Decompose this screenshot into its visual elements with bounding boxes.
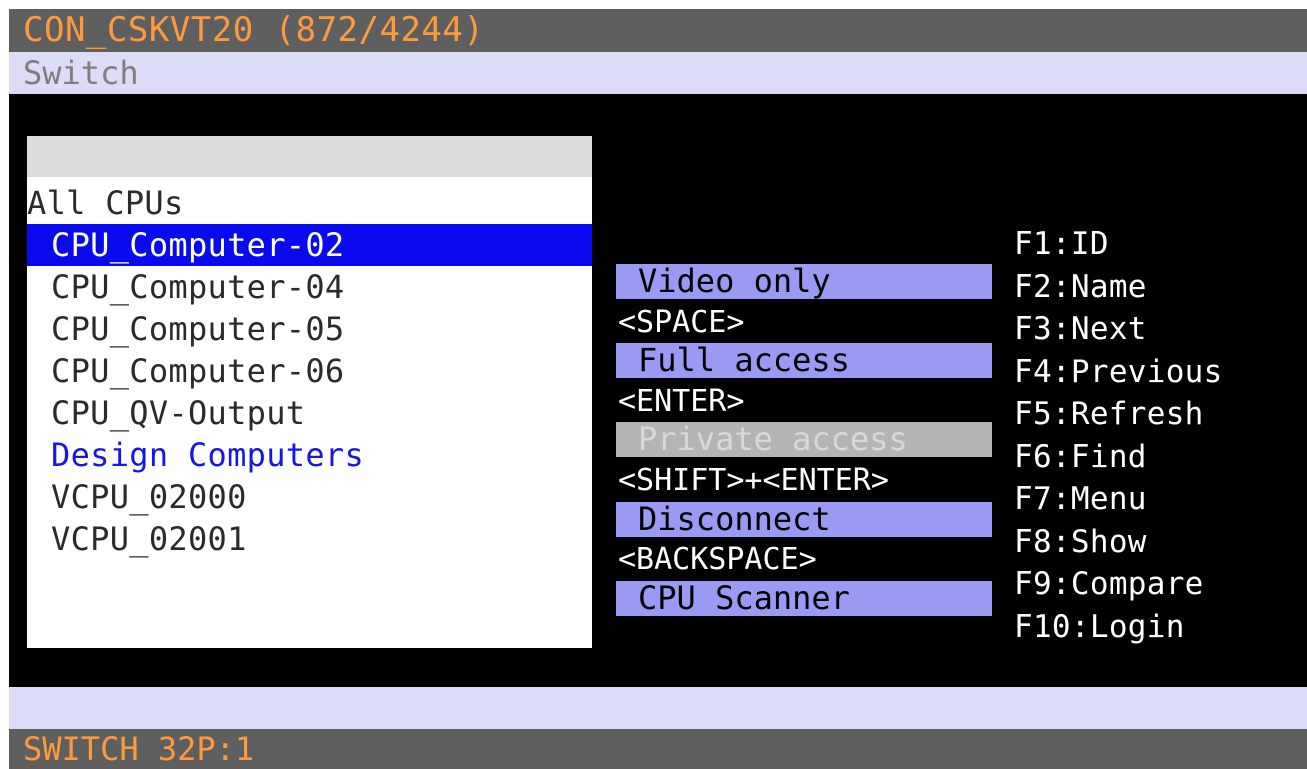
list-item-cpu-qv-output[interactable]: CPU_QV-Output: [27, 392, 592, 434]
f4-previous-key[interactable]: F4:Previous: [1014, 351, 1304, 394]
video-only-button[interactable]: Video only: [616, 264, 992, 299]
f8-show-key[interactable]: F8:Show: [1014, 521, 1304, 564]
list-item-cpu-computer-02[interactable]: CPU_Computer-02: [27, 224, 592, 266]
status-message: [9, 687, 1307, 729]
cpu-list-items: All CPUs CPU_Computer-02 CPU_Computer-04…: [27, 182, 592, 560]
enter-key-hint: <ENTER>: [618, 383, 745, 419]
filter-input[interactable]: [27, 136, 592, 177]
list-item-design-computers[interactable]: Design Computers: [27, 434, 592, 476]
menu-title: Switch: [9, 52, 1307, 94]
list-item-vcpu-02001[interactable]: VCPU_02001: [27, 518, 592, 560]
private-access-button[interactable]: Private access: [616, 422, 992, 458]
list-item-cpu-computer-04[interactable]: CPU_Computer-04: [27, 266, 592, 308]
full-access-button[interactable]: Full access: [616, 343, 992, 379]
f7-menu-key[interactable]: F7:Menu: [1014, 478, 1304, 521]
footer-status: SWITCH 32P:1: [9, 729, 1307, 769]
disconnect-button[interactable]: Disconnect: [616, 501, 992, 537]
list-item-cpu-computer-05[interactable]: CPU_Computer-05: [27, 308, 592, 350]
function-key-menu: F1:ID F2:Name F3:Next F4:Previous F5:Ref…: [1014, 223, 1304, 648]
backspace-key-hint: <BACKSPACE>: [618, 542, 817, 578]
f5-refresh-key[interactable]: F5:Refresh: [1014, 393, 1304, 436]
f10-login-key[interactable]: F10:Login: [1014, 606, 1304, 649]
cpu-list: All CPUs CPU_Computer-02 CPU_Computer-04…: [27, 136, 592, 648]
f6-find-key[interactable]: F6:Find: [1014, 436, 1304, 479]
f9-compare-key[interactable]: F9:Compare: [1014, 563, 1304, 606]
f2-name-key[interactable]: F2:Name: [1014, 266, 1304, 309]
cpu-scanner-button[interactable]: CPU Scanner: [616, 580, 992, 616]
shift-enter-key-hint: <SHIFT>+<ENTER>: [618, 462, 889, 498]
f1-id-key[interactable]: F1:ID: [1014, 223, 1304, 266]
list-item-all-cpus[interactable]: All CPUs: [27, 182, 592, 224]
f3-next-key[interactable]: F3:Next: [1014, 308, 1304, 351]
action-panel: Video only <SPACE> Full access <ENTER> P…: [616, 263, 992, 619]
window-title: CON_CSKVT20 (872/4244): [9, 9, 1307, 52]
kvm-osd-window: CON_CSKVT20 (872/4244) Switch All CPUs C…: [9, 9, 1307, 769]
list-item-vcpu-02000[interactable]: VCPU_02000: [27, 476, 592, 518]
space-key-hint: <SPACE>: [618, 304, 745, 340]
list-item-cpu-computer-06[interactable]: CPU_Computer-06: [27, 350, 592, 392]
